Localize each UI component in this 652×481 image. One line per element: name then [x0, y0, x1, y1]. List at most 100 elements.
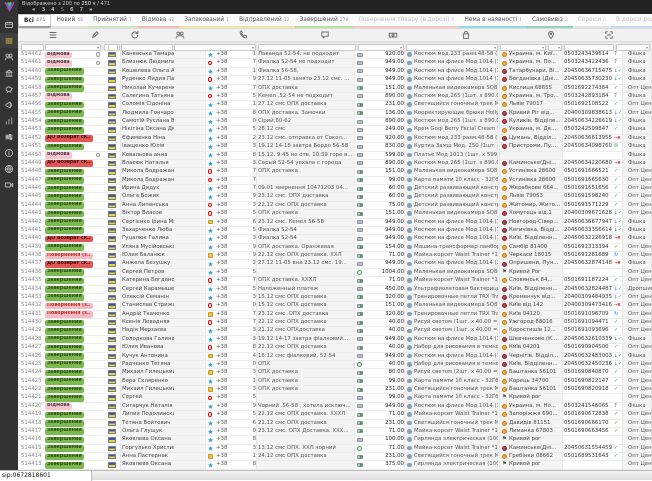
- table-row[interactable]: 514442ЗавершенийСергієнко Ірина Ми..+386…: [18, 219, 652, 227]
- column-header-pin-icon[interactable]: [546, 30, 556, 40]
- tab-Сервіси[interactable]: Сервіси0: [573, 14, 611, 28]
- table-row[interactable]: 514416ЗавершенийЯковлева Оксана+388100.0…: [18, 436, 652, 444]
- table-row[interactable]: 514449ДО Возврат ск..Власюк Наталья+383С…: [18, 160, 652, 168]
- table-row[interactable]: 514413ЗавершенийЯковлева Оксана+388375.0…: [18, 461, 652, 469]
- table-row[interactable]: 514458ЗавершенийНиколай Кучеренко+387ОПХ…: [18, 85, 652, 93]
- table-row[interactable]: 514431Повернення (з..Андрій Ткаченко+387…: [18, 311, 652, 319]
- tab-Нема в наявності[interactable]: Нема в наявності1: [459, 14, 527, 28]
- table-row[interactable]: 514453ЗавершенийНікітіна Оксана Дми..+38…: [18, 126, 652, 134]
- tab-Самовивіз[interactable]: Самовивіз2: [527, 14, 573, 28]
- column-header-pencil-icon[interactable]: [90, 30, 100, 40]
- table-row[interactable]: 514441ЗавершенийЗахарченко Люба+385Фиалк…: [18, 227, 652, 235]
- tab-Відправлений[interactable]: Відправлений12: [234, 14, 295, 28]
- table-row[interactable]: 514433ЗавершенийОлексій Семанін+38315.12…: [18, 294, 652, 302]
- table-row[interactable]: 514425ЗавершенийРадченко Тетяна+380ОПХ40…: [18, 361, 652, 369]
- table-row[interactable]: 514447ЗавершенийМикола Бадражан+38799.00…: [18, 177, 652, 185]
- tab-Завершений[interactable]: Завершений278: [295, 14, 354, 28]
- table-row[interactable]: 514414ЗавершенийАнна Пастернак+38124.12 …: [18, 453, 652, 461]
- table-row[interactable]: 514439ЗавершенийУляна Мусійовська+389ОПХ…: [18, 244, 652, 252]
- sidebar-item-chart-icon[interactable]: [0, 113, 18, 128]
- table-row[interactable]: 514443ЗавершенийВіктор Власов+385ОПХ дос…: [18, 210, 652, 218]
- table-row[interactable]: 514450ВідмоваКовальова анна+38815.12. 9:…: [18, 152, 652, 160]
- column-filter-input[interactable]: ▾: [358, 44, 404, 51]
- table-row[interactable]: 514430ЗавершенийКсенія Левадняя+38722.12…: [18, 319, 652, 327]
- tab-Відмова[interactable]: Відмова42: [137, 14, 179, 28]
- column-header-money-icon[interactable]: [388, 30, 398, 40]
- column-filter-input[interactable]: ▾: [45, 44, 101, 51]
- sidebar-item-mega-icon[interactable]: [0, 97, 18, 112]
- table-row[interactable]: 514440ДО Возврат ск..Гуцалюк Галина+383Ф…: [18, 235, 652, 243]
- table-row[interactable]: 514454ЗавершенийСамотій Руслана Во..+380…: [18, 118, 652, 126]
- column-filter-input[interactable]: [564, 44, 614, 51]
- table-row[interactable]: 514418ЗавершенийТетяна Войтович+38621.12…: [18, 420, 652, 428]
- page-button-6[interactable]: 6: [70, 7, 74, 13]
- sidebar-item-info-icon[interactable]: [0, 145, 18, 160]
- last-page-button[interactable]: »: [89, 7, 93, 13]
- column-filter-input[interactable]: [108, 44, 118, 51]
- per-page-caret-icon[interactable]: ▼: [93, 1, 96, 6]
- tab-Запакований[interactable]: Запакований1: [179, 14, 234, 28]
- tab-Новий[interactable]: Новий48: [51, 14, 88, 28]
- column-filter-input[interactable]: ▾: [548, 44, 562, 51]
- column-header-bag-icon[interactable]: [461, 30, 471, 40]
- sidebar-item-video-icon[interactable]: [0, 177, 18, 192]
- table-row[interactable]: 514421ЗавершенийСергей+38599.00Карта пам…: [18, 394, 652, 402]
- table-row[interactable]: 514434ЗавершенийСергей Карамышев+385Нало…: [18, 286, 652, 294]
- table-row[interactable]: 514444ЗавершенийАнна Липенська+38322.12 …: [18, 202, 652, 210]
- table-row[interactable]: 514448ЗавершенийМикола Бадражан+387ОПХ д…: [18, 168, 652, 176]
- sidebar-item-bank-icon[interactable]: [0, 65, 18, 80]
- table-row[interactable]: 514457ВідмоваСалегина Татьяна С..+385Кем…: [18, 93, 652, 101]
- column-header-list-icon[interactable]: [48, 30, 58, 40]
- table-row[interactable]: 514427ЗавершенийЮлия Иванова+38822.12 см…: [18, 344, 652, 352]
- column-filter-input[interactable]: ▾: [616, 44, 650, 51]
- sidebar-item-orders-icon[interactable]: [0, 33, 18, 48]
- column-header-people-icon[interactable]: [175, 30, 185, 40]
- column-header-scan-icon[interactable]: [604, 30, 614, 40]
- tab-В дорозі додому[interactable]: В дорозі додому0: [611, 14, 652, 28]
- table-row[interactable]: 514462ВідмоваКаневська Тамара ..+381Лава…: [18, 51, 652, 59]
- page-button-3[interactable]: 3: [42, 7, 46, 13]
- table-row[interactable]: 514422ЗавершенийМихаил Гилецький+383ОПХ …: [18, 386, 652, 394]
- column-filter-input[interactable]: ▾: [406, 44, 498, 51]
- table-row[interactable]: 514432Повернення (з..Станислав Стрижак+3…: [18, 302, 652, 310]
- tab-Повернення товару (в дорозі)[interactable]: Повернення товару (в дорозі)0: [354, 14, 460, 28]
- table-row[interactable]: 514437ДО Возврат ск..Анжела Безушку+3822…: [18, 260, 652, 268]
- table-row[interactable]: 514445ЗавершенийОльга Божик+38923.12 смс…: [18, 193, 652, 201]
- table-row[interactable]: 514424ЗавершенийМихаил Гилецький+383ОПХ …: [18, 369, 652, 377]
- table-row[interactable]: 514423ЗавершенийВера Скляренко+381ОПХ до…: [18, 378, 652, 386]
- sidebar-item-people-icon[interactable]: [0, 49, 18, 64]
- column-filter-input[interactable]: [21, 44, 44, 51]
- table-row[interactable]: 514426ЗавершенийКучук Антонина+38416.12 …: [18, 353, 652, 361]
- table-row[interactable]: 514429ЗавершенийНадія Мерзаєва+38321.12 …: [18, 327, 652, 335]
- table-row[interactable]: 514461ВідмоваБлизнюк Людмила ..+387Фиалк…: [18, 59, 652, 67]
- column-filter-input[interactable]: ▾: [174, 44, 256, 51]
- column-header-chat-icon[interactable]: [320, 30, 330, 40]
- table-row[interactable]: 514452ДО Возврат ск..Єфименко Ніна+38223…: [18, 135, 652, 143]
- table-row[interactable]: 514428ЗавершенийСолодкова Галина В..+383…: [18, 336, 652, 344]
- column-filter-input[interactable]: [121, 44, 173, 51]
- first-page-button[interactable]: «: [32, 7, 36, 13]
- column-header-phone-icon[interactable]: [238, 30, 248, 40]
- tab-Прийнятий[interactable]: Прийнятий7: [88, 14, 137, 28]
- column-filter-input[interactable]: [258, 44, 356, 51]
- tab-Всі[interactable]: Всі471: [18, 14, 51, 28]
- column-filter-input[interactable]: ▾: [500, 44, 546, 51]
- sidebar-item-piggy-icon[interactable]: [0, 81, 18, 96]
- table-row[interactable]: 514436ЗавершенийСергей Петров+3851004.00…: [18, 269, 652, 277]
- table-row[interactable]: 514456ЗавершенийСоломія Сідоніна+38127.1…: [18, 101, 652, 109]
- page-button-4[interactable]: 4: [51, 7, 55, 13]
- table-row[interactable]: 514420ВідмоваСитарчук Наталія Гр..+389Чо…: [18, 403, 652, 411]
- table-row[interactable]: 514435ЗавершенийКатерина Богданова+387ОП…: [18, 277, 652, 285]
- page-button-7[interactable]: 7: [80, 7, 84, 13]
- column-header-refresh-icon[interactable]: [130, 30, 140, 40]
- sidebar-item-globe-icon[interactable]: [0, 161, 18, 176]
- table-row[interactable]: 514455ЗавершенийЛюдмила Гончарова+388ОПХ…: [18, 110, 652, 118]
- table-row[interactable]: 514459ЗавершенийРуденко Лидия Пав..+3892…: [18, 76, 652, 84]
- table-row[interactable]: 514438Повернення (з..Юлия Баланюк+38922.…: [18, 252, 652, 260]
- table-row[interactable]: 514446ЗавершенийИрина Дидух+38709.01 зве…: [18, 185, 652, 193]
- table-row[interactable]: 514451ЗавершенийІващенко Юлія+38319.12 1…: [18, 143, 652, 151]
- sidebar-item-cards-icon[interactable]: [0, 17, 18, 32]
- sidebar-item-sliders-icon[interactable]: [0, 129, 18, 144]
- table-row[interactable]: 514415ЗавершенийГоргулько Христина..+383…: [18, 445, 652, 453]
- table-row[interactable]: 514460ЗавершенийКошелева Ольга Ар..+381Ф…: [18, 68, 652, 76]
